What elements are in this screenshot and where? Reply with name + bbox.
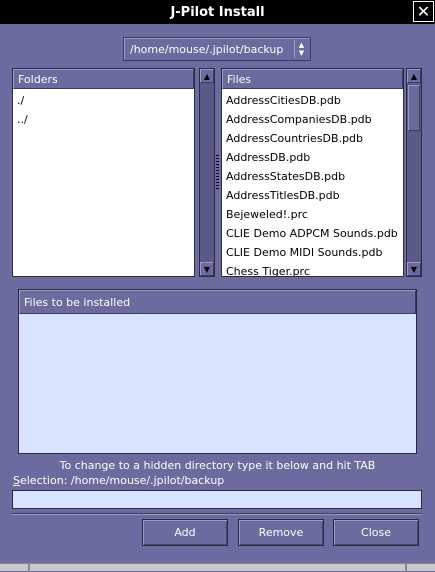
- install-list-header[interactable]: Files to be installed: [19, 290, 416, 314]
- add-button[interactable]: Add: [142, 519, 228, 546]
- file-list-item[interactable]: AddressStatesDB.pdb: [222, 167, 403, 186]
- file-list-item[interactable]: AddressDB.pdb: [222, 148, 403, 167]
- file-list-item[interactable]: CLIE Demo ADPCM Sounds.pdb: [222, 224, 403, 243]
- separator: [12, 513, 422, 515]
- install-list-header-label: Files to be installed: [24, 295, 131, 309]
- file-list-item[interactable]: Bejeweled!.prc: [222, 205, 403, 224]
- close-button[interactable]: Close: [333, 519, 419, 546]
- install-list[interactable]: Files to be installed: [18, 289, 417, 454]
- file-list-item[interactable]: Chess Tiger.prc: [222, 262, 403, 276]
- pane-resize-handle[interactable]: [216, 155, 219, 191]
- files-scrollbar[interactable]: ▲ ▼: [406, 68, 422, 277]
- files-scroll-thumb[interactable]: [408, 85, 420, 131]
- file-list-item[interactable]: AddressCountriesDB.pdb: [222, 129, 403, 148]
- close-icon[interactable]: ✕: [413, 1, 434, 22]
- up-down-arrows-icon[interactable]: ▲ ▼: [294, 40, 308, 58]
- remove-button[interactable]: Remove: [238, 519, 324, 546]
- title-bar: J-Pilot Install ✕: [0, 0, 435, 24]
- arrow-down-icon[interactable]: ▼: [407, 262, 421, 276]
- directory-combo-value: /home/mouse/.jpilot/backup: [130, 42, 284, 56]
- selection-label: Selection: /home/mouse/.jpilot/backup: [13, 474, 225, 487]
- folders-header[interactable]: Folders: [13, 69, 194, 89]
- arrow-down-icon[interactable]: ▼: [200, 262, 214, 276]
- selection-input[interactable]: [12, 490, 422, 509]
- files-header[interactable]: Files: [222, 69, 403, 89]
- folder-list-item[interactable]: ./: [13, 91, 194, 110]
- folders-list[interactable]: Folders ./../: [12, 68, 195, 277]
- arrow-up-icon[interactable]: ▲: [407, 69, 421, 83]
- folders-items: ./../: [13, 89, 194, 129]
- window-title: J-Pilot Install: [170, 4, 265, 20]
- files-header-label: Files: [227, 72, 252, 86]
- bottom-panel-strip: [0, 563, 435, 572]
- files-list[interactable]: Files AddressCitiesDB.pdb AddressCompanie…: [221, 68, 404, 277]
- file-list-item[interactable]: CLIE Demo MIDI Sounds.pdb: [222, 243, 403, 262]
- file-list-item[interactable]: AddressTitlesDB.pdb: [222, 186, 403, 205]
- folders-scrollbar[interactable]: ▲ ▼: [199, 68, 215, 277]
- directory-combo[interactable]: /home/mouse/.jpilot/backup ▲ ▼: [123, 37, 311, 61]
- arrow-up-icon[interactable]: ▲: [200, 69, 214, 83]
- folders-header-label: Folders: [18, 72, 58, 86]
- files-items: AddressCitiesDB.pdb AddressCompaniesDB.pd…: [222, 89, 403, 276]
- hint-text: To change to a hidden directory type it …: [59, 459, 376, 472]
- file-list-item[interactable]: AddressCompaniesDB.pdb: [222, 110, 403, 129]
- folder-list-item[interactable]: ../: [13, 110, 194, 129]
- file-list-item[interactable]: AddressCitiesDB.pdb: [222, 91, 403, 110]
